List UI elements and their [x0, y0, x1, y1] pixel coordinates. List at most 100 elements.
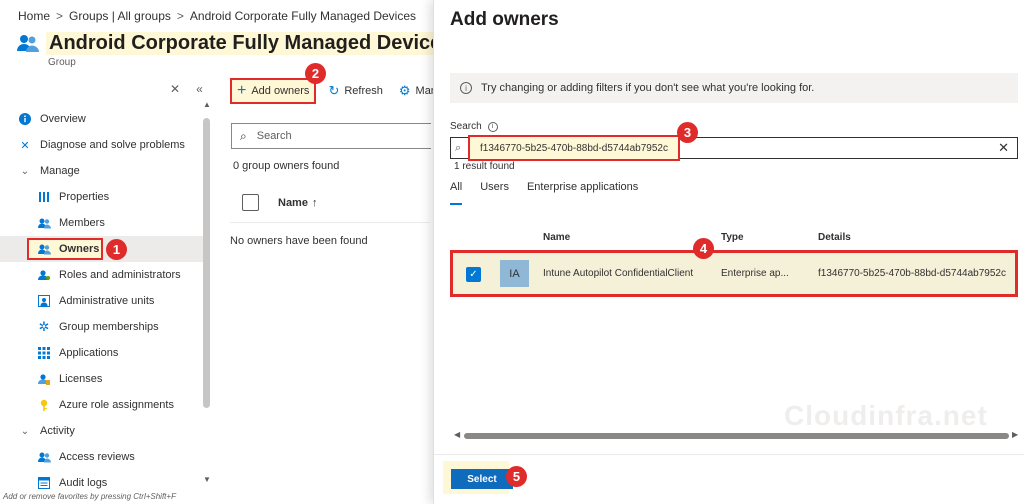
table-row[interactable]: ✓ IA Intune Autopilot ConfidentialClient…	[450, 250, 1018, 297]
sidebar-item-label: Owners	[59, 243, 100, 255]
scroll-up-icon[interactable]: ▲	[203, 100, 211, 109]
column-name[interactable]: Name	[543, 232, 570, 243]
owners-search-input[interactable]: ⌕ Search	[231, 123, 431, 149]
sidebar-item-label: Activity	[40, 425, 75, 437]
breadcrumb-groups[interactable]: Groups | All groups	[69, 9, 171, 23]
close-icon[interactable]: ✕	[170, 82, 180, 96]
sidebar-section-activity[interactable]: ⌄ Activity	[0, 418, 210, 444]
search-label: Search i	[450, 121, 498, 132]
sidebar-item-licenses[interactable]: Licenses	[0, 366, 210, 392]
admin-units-icon	[37, 294, 51, 308]
sidebar-item-owners[interactable]: Owners	[0, 236, 210, 262]
breadcrumb: Home > Groups | All groups > Android Corpora…	[18, 9, 417, 23]
members-icon	[37, 216, 51, 230]
info-icon: i	[460, 82, 472, 94]
column-details[interactable]: Details	[818, 232, 851, 243]
info-text: Try changing or adding filters if you do…	[481, 82, 815, 94]
tab-users[interactable]: Users	[480, 181, 509, 205]
collapse-sidebar-icon[interactable]: «	[196, 82, 203, 96]
add-owners-label: Add owners	[251, 85, 310, 97]
owners-count: 0 group owners found	[233, 160, 340, 172]
refresh-button[interactable]: ↻ Refresh	[324, 78, 386, 104]
favorites-hint: Add or remove favorites by pressing Ctrl…	[3, 492, 176, 501]
sidebar-item-label: Diagnose and solve problems	[40, 139, 185, 151]
sidebar-scroll-thumb[interactable]	[203, 118, 210, 408]
sidebar-item-overview[interactable]: Overview	[0, 106, 210, 132]
search-icon: ⌕	[240, 128, 247, 143]
sidebar-item-label: Manage	[40, 165, 80, 177]
properties-icon	[37, 190, 51, 204]
sidebar-item-members[interactable]: Members	[0, 210, 210, 236]
sidebar-item-label: Access reviews	[59, 451, 135, 463]
add-owners-panel: Cloudinfra.net Add owners i Try changing…	[433, 0, 1024, 504]
result-details: f1346770-5b25-470b-88bd-d5744ab7952c	[818, 268, 1006, 279]
scroll-down-icon[interactable]: ▼	[203, 475, 211, 484]
search-value[interactable]: f1346770-5b25-470b-88bd-d5744ab7952c	[468, 135, 680, 161]
sidebar-item-roles[interactable]: Roles and administrators	[0, 262, 210, 288]
avatar: IA	[500, 260, 529, 287]
row-checkbox[interactable]: ✓	[466, 267, 481, 282]
licenses-icon	[37, 372, 51, 386]
chevron-down-icon: ⌄	[20, 165, 30, 177]
sidebar-item-diagnose[interactable]: ✕ Diagnose and solve problems	[0, 132, 210, 158]
breadcrumb-home[interactable]: Home	[18, 9, 50, 23]
breadcrumb-group[interactable]: Android Corporate Fully Managed Devices	[190, 9, 416, 23]
sidebar-section-manage[interactable]: ⌄ Manage	[0, 158, 210, 184]
page-subtitle: Group	[48, 57, 76, 68]
sidebar-item-label: Administrative units	[59, 295, 155, 307]
tab-all[interactable]: All	[450, 181, 463, 205]
key-icon	[37, 398, 51, 412]
owners-toolbar: + Add owners ↻ Refresh ⚙ Mana	[230, 78, 447, 104]
sidebar-item-label: Overview	[40, 113, 86, 125]
select-button[interactable]: Select	[451, 469, 513, 489]
sidebar-item-label: Azure role assignments	[59, 399, 174, 411]
sidebar-item-azure-roles[interactable]: Azure role assignments	[0, 392, 210, 418]
sort-ascending-icon[interactable]: ↑	[312, 197, 318, 209]
clear-icon[interactable]: ✕	[998, 140, 1009, 156]
scroll-left-icon[interactable]: ◀	[454, 430, 460, 439]
step-badge: 1	[106, 239, 127, 260]
sidebar-item-applications[interactable]: Applications	[0, 340, 210, 366]
sidebar-item-group-memberships[interactable]: ✲ Group memberships	[0, 314, 210, 340]
search-icon: ⌕	[455, 141, 462, 154]
sidebar-item-label: Members	[59, 217, 105, 229]
sidebar-scrollbar[interactable]: ▲ ▼	[203, 100, 211, 485]
tab-enterprise-applications[interactable]: Enterprise applications	[527, 181, 638, 205]
step-badge: 5	[506, 466, 527, 487]
page-title: Android Corporate Fully Managed Devices …	[46, 31, 467, 55]
sidebar-item-admin-units[interactable]: Administrative units	[0, 288, 210, 314]
gear-icon: ✲	[38, 319, 50, 334]
sidebar-item-label: Licenses	[59, 373, 103, 385]
sidebar-item-access-reviews[interactable]: Access reviews	[0, 444, 210, 470]
gear-icon: ⚙	[398, 83, 411, 98]
select-all-checkbox[interactable]	[242, 194, 259, 211]
empty-state: No owners have been found	[230, 235, 368, 247]
result-name: Intune Autopilot ConfidentialClient	[543, 268, 694, 279]
info-icon[interactable]: i	[487, 121, 498, 132]
info-banner: i Try changing or adding filters if you …	[450, 73, 1018, 103]
scroll-right-icon[interactable]: ▶	[1012, 430, 1018, 439]
plus-icon: +	[237, 82, 247, 99]
step-badge: 4	[693, 238, 714, 259]
add-owners-button[interactable]: + Add owners	[230, 78, 317, 104]
horizontal-scroll-thumb[interactable]	[464, 433, 1009, 439]
horizontal-scrollbar[interactable]: ◀ ▶	[454, 430, 1020, 440]
search-input[interactable]: ⌕ f1346770-5b25-470b-88bd-d5744ab7952c ✕	[450, 135, 1018, 161]
watermark: Cloudinfra.net	[784, 400, 988, 431]
group-icon	[17, 35, 39, 52]
result-count: 1 result found	[454, 161, 515, 172]
step-badge: 3	[677, 122, 698, 143]
owners-icon	[37, 242, 51, 256]
sidebar-item-label: Applications	[59, 347, 119, 359]
sidebar-item-properties[interactable]: Properties	[0, 184, 210, 210]
sidebar-item-label: Roles and administrators	[59, 269, 181, 281]
refresh-label: Refresh	[344, 85, 383, 97]
access-reviews-icon	[37, 450, 51, 464]
sidebar-item-label: Properties	[59, 191, 110, 203]
divider	[434, 454, 1024, 455]
column-name[interactable]: Name	[278, 197, 308, 209]
info-icon	[18, 112, 32, 126]
step-badge: 2	[305, 63, 326, 84]
column-type[interactable]: Type	[721, 232, 744, 243]
collapse-controls: ✕ «	[170, 82, 203, 96]
